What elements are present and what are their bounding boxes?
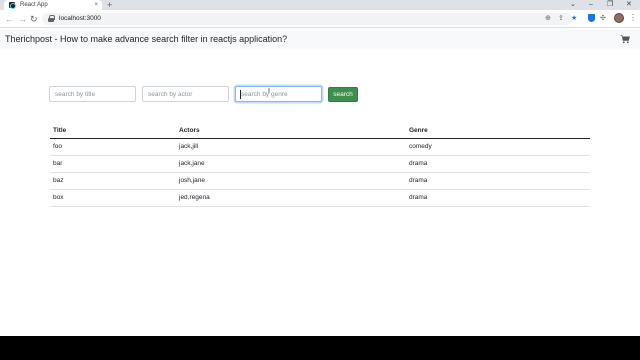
- table-header-row: Title Actors Genre: [50, 124, 590, 139]
- app-navbar: Therichpost - How to make advance search…: [0, 29, 640, 49]
- share-icon[interactable]: ⇪: [558, 14, 564, 24]
- header-title: Title: [53, 127, 67, 134]
- tab-search-icon[interactable]: ⌄: [570, 0, 576, 9]
- cell-title: box: [53, 194, 64, 201]
- cell-genre: drama: [409, 194, 428, 201]
- search-button[interactable]: search: [328, 87, 358, 102]
- navbar-brand[interactable]: Therichpost - How to make advance search…: [5, 33, 287, 45]
- cell-actors: jack,jane: [179, 160, 205, 167]
- text-caret: [240, 90, 241, 99]
- back-arrow-icon[interactable]: ←: [5, 13, 14, 25]
- react-favicon-icon: [9, 2, 16, 9]
- cell-actors: jed,regena: [179, 194, 210, 201]
- tab-strip: React App × + ⌄ – ❐ ✕: [0, 0, 640, 10]
- browser-toolbar: ← → ↻ localhost:3000 ⊕ ⇪ ★ ✣ ⋮: [0, 10, 640, 28]
- forward-arrow-icon[interactable]: →: [18, 13, 27, 25]
- close-window-button[interactable]: ✕: [626, 0, 632, 9]
- cell-title: bar: [53, 160, 63, 167]
- new-tab-button[interactable]: +: [107, 0, 112, 10]
- tab-close-icon[interactable]: ×: [94, 1, 98, 9]
- search-title-input[interactable]: [49, 86, 136, 102]
- shopping-cart-icon[interactable]: [620, 34, 630, 44]
- url-text: localhost:3000: [59, 15, 101, 22]
- reload-icon[interactable]: ↻: [30, 13, 38, 25]
- cell-title: baz: [53, 177, 64, 184]
- cell-genre: drama: [409, 177, 428, 184]
- address-bar[interactable]: localhost:3000: [42, 13, 572, 25]
- extensions-puzzle-icon[interactable]: ✣: [600, 14, 606, 24]
- cell-actors: josh,jane: [179, 177, 206, 184]
- tab-title: React App: [20, 2, 48, 8]
- browser-tab[interactable]: React App ×: [4, 0, 102, 10]
- table-row: box jed,regena drama: [50, 190, 590, 207]
- results-table: Title Actors Genre foo jack,jill comedy …: [50, 124, 590, 207]
- bookmark-star-icon[interactable]: ★: [571, 14, 577, 24]
- mouse-ibeam-cursor-icon: I: [268, 88, 270, 95]
- maximize-button[interactable]: ❐: [607, 0, 613, 9]
- extension-shield-icon[interactable]: [588, 14, 595, 22]
- cell-genre: drama: [409, 160, 428, 167]
- search-genre-input[interactable]: [235, 86, 322, 102]
- search-actor-input[interactable]: [142, 86, 229, 102]
- cell-title: foo: [53, 143, 63, 150]
- header-genre: Genre: [409, 127, 428, 134]
- minimize-button[interactable]: –: [589, 0, 593, 9]
- table-row: baz josh,jane drama: [50, 173, 590, 190]
- header-actors: Actors: [179, 127, 200, 134]
- install-app-icon[interactable]: ⊕: [545, 14, 551, 24]
- table-row: bar jack,jane drama: [50, 156, 590, 173]
- profile-avatar[interactable]: [614, 13, 624, 23]
- browser-window: React App × + ⌄ – ❐ ✕ ← → ↻ localhost:30…: [0, 0, 640, 336]
- lock-icon: [48, 15, 55, 22]
- cell-actors: jack,jill: [179, 143, 199, 150]
- cell-genre: comedy: [409, 143, 432, 150]
- table-row: foo jack,jill comedy: [50, 139, 590, 156]
- menu-dots-icon[interactable]: ⋮: [629, 13, 637, 23]
